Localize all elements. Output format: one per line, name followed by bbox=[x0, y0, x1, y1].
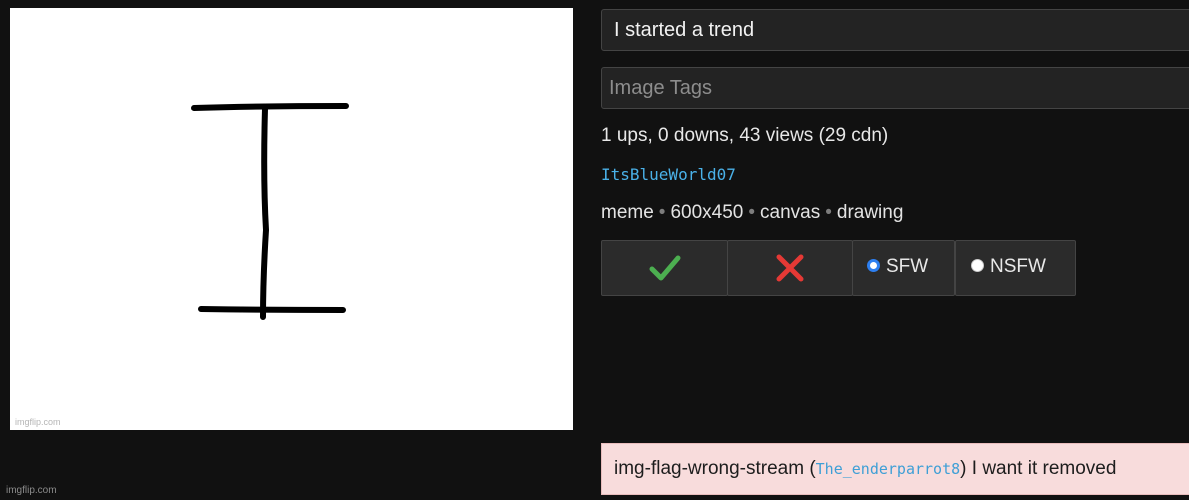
nsfw-radio-option[interactable]: NSFW bbox=[955, 240, 1076, 296]
author-link[interactable]: ItsBlueWorld07 bbox=[601, 165, 736, 184]
meta-type: meme bbox=[601, 202, 654, 223]
sfw-radio-option[interactable]: SFW bbox=[852, 240, 955, 296]
image-stats: 1 ups, 0 downs, 43 views (29 cdn) bbox=[601, 125, 889, 146]
flag-user-link[interactable]: The_enderparrot8 bbox=[816, 460, 961, 478]
image-meta: meme • 600x450 • canvas • drawing bbox=[601, 202, 903, 224]
check-icon bbox=[649, 255, 680, 281]
drawing-canvas bbox=[191, 103, 349, 320]
nsfw-radio[interactable] bbox=[971, 259, 984, 272]
x-icon bbox=[776, 254, 804, 282]
meta-separator: • bbox=[748, 202, 756, 223]
flag-comment: ) I want it removed bbox=[960, 458, 1117, 479]
tags-input[interactable]: Image Tags bbox=[601, 67, 1189, 109]
meta-tag-drawing[interactable]: drawing bbox=[837, 202, 904, 223]
meta-separator: • bbox=[825, 202, 832, 223]
flag-reason: img-flag-wrong-stream ( bbox=[614, 458, 816, 479]
sfw-radio[interactable] bbox=[867, 259, 880, 272]
sfw-label: SFW bbox=[886, 256, 929, 277]
approve-button[interactable] bbox=[601, 240, 728, 296]
title-input[interactable]: I started a trend bbox=[601, 9, 1189, 51]
meme-image[interactable]: imgflip.com bbox=[10, 8, 573, 430]
reject-button[interactable] bbox=[727, 240, 853, 296]
page-watermark: imgflip.com bbox=[6, 485, 57, 496]
meta-tag-canvas[interactable]: canvas bbox=[760, 202, 820, 223]
meta-separator: • bbox=[658, 202, 666, 223]
image-watermark: imgflip.com bbox=[15, 417, 61, 427]
flag-notice: img-flag-wrong-stream (The_enderparrot8)… bbox=[601, 443, 1189, 495]
meta-dimensions: 600x450 bbox=[670, 202, 744, 223]
nsfw-label: NSFW bbox=[990, 256, 1046, 277]
